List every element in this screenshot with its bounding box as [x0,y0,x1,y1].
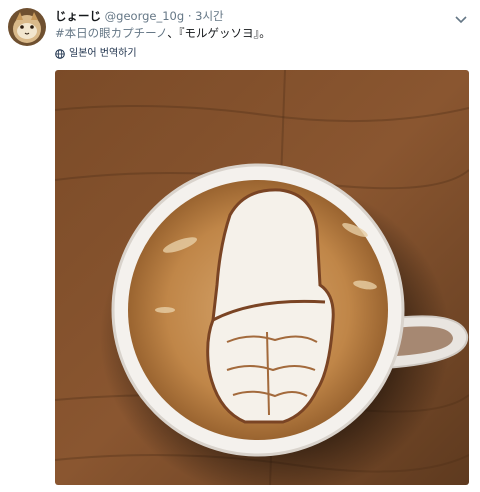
chevron-down-icon[interactable] [454,10,468,24]
latte-art-image [55,70,469,485]
translate-label: 일본어 번역하기 [69,48,137,59]
tweet: じょーじ @george_10g · 3시간 #本日の眼カプチーノ、『モルゲッソ… [0,0,480,492]
tweet-text: #本日の眼カプチーノ、『モルゲッソヨ』。 [55,26,271,41]
tweet-photo[interactable] [55,70,469,485]
timestamp[interactable]: 3시간 [195,9,223,23]
hashtag-link[interactable]: #本日の眼カプチーノ [55,26,167,40]
globe-icon [55,48,65,59]
translate-tweet-link[interactable]: 일본어 번역하기 [55,47,137,60]
avatar[interactable] [8,8,46,46]
avatar-image [8,8,46,46]
tweet-header: じょーじ @george_10g · 3시간 [55,9,224,23]
tweet-text-body: 、『モルゲッソヨ』。 [167,26,271,40]
user-handle[interactable]: @george_10g [105,9,185,23]
display-name[interactable]: じょーじ [55,9,101,23]
separator-dot: · [187,9,192,23]
